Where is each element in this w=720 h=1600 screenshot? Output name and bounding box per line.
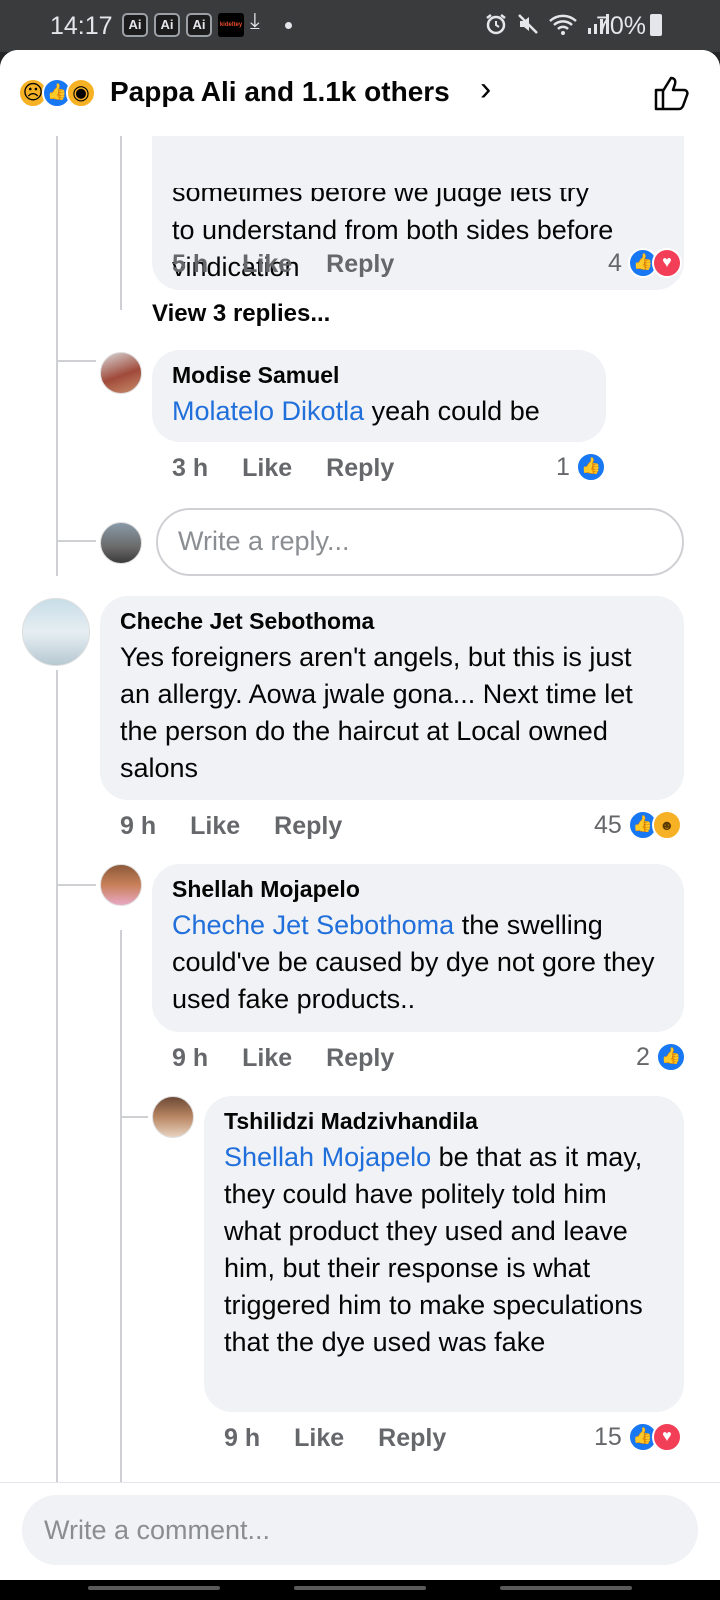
- comment-bubble[interactable]: Shellah Mojapelo Cheche Jet Sebothoma th…: [152, 864, 684, 1032]
- avatar[interactable]: [152, 1096, 194, 1138]
- reply-button[interactable]: Reply: [326, 1044, 394, 1073]
- wifi-icon: [549, 14, 577, 35]
- reaction-count-number: 1: [556, 452, 570, 481]
- status-bar: 14:17 Ai Ai Ai kideltey ⤓ 70%: [0, 0, 720, 52]
- reaction-count[interactable]: 15 👍 ♥: [594, 1422, 682, 1452]
- chevron-right-icon[interactable]: ›: [480, 70, 491, 109]
- thread-line: [56, 670, 58, 1540]
- like-reaction-icon: 👍: [655, 1042, 686, 1072]
- battery-icon: [650, 14, 662, 36]
- reaction-count-number: 2: [636, 1042, 650, 1071]
- comment-bubble[interactable]: Cheche Jet Sebothoma Yes foreigners aren…: [100, 596, 684, 800]
- thread-line: [56, 136, 58, 576]
- comment-time: 9 h: [172, 1044, 209, 1072]
- alarm-icon: [486, 14, 506, 35]
- ai-notification-icon: Ai: [186, 13, 212, 37]
- reply-button[interactable]: Reply: [378, 1424, 446, 1453]
- comment-actions: 3 h Like Reply: [172, 454, 394, 483]
- reaction-summary: ☹ 👍 ◉: [18, 78, 96, 108]
- nav-home-button[interactable]: [294, 1586, 426, 1590]
- love-reaction-icon: ♥: [651, 248, 682, 278]
- thread-line: [56, 360, 96, 362]
- comment-text: Yes foreigners aren't angels, but this i…: [120, 642, 633, 783]
- comment-time: 5 h: [172, 250, 209, 278]
- comment-input[interactable]: Write a comment...: [22, 1495, 698, 1565]
- thread-line: [56, 540, 96, 542]
- comment-author[interactable]: Shellah Mojapelo: [172, 876, 664, 903]
- like-reaction-icon: 👍: [575, 452, 606, 482]
- reaction-count[interactable]: 2 👍: [636, 1042, 686, 1072]
- reaction-count[interactable]: 4 👍 ♥: [608, 248, 682, 278]
- comment-time: 3 h: [172, 454, 209, 482]
- reaction-count-number: 15: [594, 1422, 622, 1451]
- thread-line: [120, 930, 122, 1540]
- ai-notification-icon: Ai: [122, 13, 148, 37]
- status-icons: [484, 12, 610, 36]
- comment-actions: 9 h Like Reply: [172, 1044, 394, 1073]
- comment-text: yeah could be: [364, 396, 540, 426]
- avatar[interactable]: [22, 598, 90, 666]
- comment-bubble[interactable]: Tshilidzi Madzivhandila Shellah Mojapelo…: [204, 1096, 684, 1412]
- view-replies-link[interactable]: View 3 replies...: [152, 300, 330, 328]
- thread-line: [56, 884, 96, 886]
- comment-author[interactable]: Cheche Jet Sebothoma: [120, 608, 664, 635]
- thumbs-up-icon[interactable]: [652, 74, 692, 112]
- like-button[interactable]: Like: [294, 1424, 344, 1453]
- comment-author[interactable]: Tshilidzi Madzivhandila: [224, 1108, 664, 1135]
- avatar[interactable]: [100, 864, 142, 906]
- reply-input[interactable]: Write a reply...: [156, 508, 684, 576]
- like-button[interactable]: Like: [242, 1044, 292, 1073]
- reaction-count[interactable]: 45 👍 ☻: [594, 810, 682, 840]
- comment-time: 9 h: [224, 1424, 261, 1452]
- comment-composer: Write a comment...: [0, 1482, 720, 1580]
- comment-text-partial: sometimes before we judge lets try: [172, 177, 590, 207]
- thread-line: [120, 1116, 148, 1118]
- comment-mention[interactable]: Cheche Jet Sebothoma: [172, 910, 454, 940]
- comment-time: 9 h: [120, 812, 157, 840]
- avatar[interactable]: [100, 352, 142, 394]
- love-reaction-icon: ♥: [651, 1422, 682, 1452]
- reaction-count-number: 4: [608, 248, 622, 277]
- reply-button[interactable]: Reply: [326, 250, 394, 279]
- comment-actions: 9 h Like Reply: [224, 1424, 446, 1453]
- haha-reaction-icon: ☻: [651, 810, 682, 840]
- status-time: 14:17: [50, 12, 113, 40]
- reply-button[interactable]: Reply: [326, 454, 394, 483]
- ai-notification-icon: Ai: [154, 13, 180, 37]
- comment-actions: 5 h Like Reply: [172, 250, 394, 279]
- comment-mention[interactable]: Shellah Mojapelo: [224, 1142, 431, 1172]
- battery-percentage: 70%: [595, 12, 646, 40]
- user-avatar: [100, 522, 142, 564]
- comment-mention[interactable]: Molatelo Dikotla: [172, 396, 364, 426]
- more-notifications-dot-icon: [285, 22, 292, 29]
- like-button[interactable]: Like: [190, 812, 240, 841]
- reply-button[interactable]: Reply: [274, 812, 342, 841]
- download-icon: ⤓: [250, 8, 260, 33]
- comment-actions: 9 h Like Reply: [120, 812, 342, 841]
- mute-icon: [518, 14, 538, 34]
- reaction-count-number: 45: [594, 810, 622, 839]
- thread-line: [120, 136, 122, 310]
- like-button[interactable]: Like: [242, 454, 292, 483]
- reaction-count[interactable]: 1 👍: [556, 452, 606, 482]
- comments-sheet: ☹ 👍 ◉ Pappa Ali and 1.1k others › someti…: [0, 50, 720, 1580]
- reactions-title[interactable]: Pappa Ali and 1.1k others: [110, 76, 450, 108]
- app-notification-icon: kideltey: [218, 13, 244, 37]
- reactions-header[interactable]: ☹ 👍 ◉ Pappa Ali and 1.1k others ›: [0, 50, 720, 136]
- system-nav-bar: [0, 1580, 720, 1600]
- comment-text: be that as it may, they could have polit…: [224, 1142, 643, 1357]
- wow-reaction-icon: ◉: [66, 78, 96, 108]
- nav-recent-apps-button[interactable]: [88, 1586, 220, 1590]
- comment-bubble[interactable]: Modise Samuel Molatelo Dikotla yeah coul…: [152, 350, 606, 442]
- comment-author[interactable]: Modise Samuel: [172, 362, 586, 389]
- like-button[interactable]: Like: [242, 250, 292, 279]
- nav-back-button[interactable]: [500, 1586, 632, 1590]
